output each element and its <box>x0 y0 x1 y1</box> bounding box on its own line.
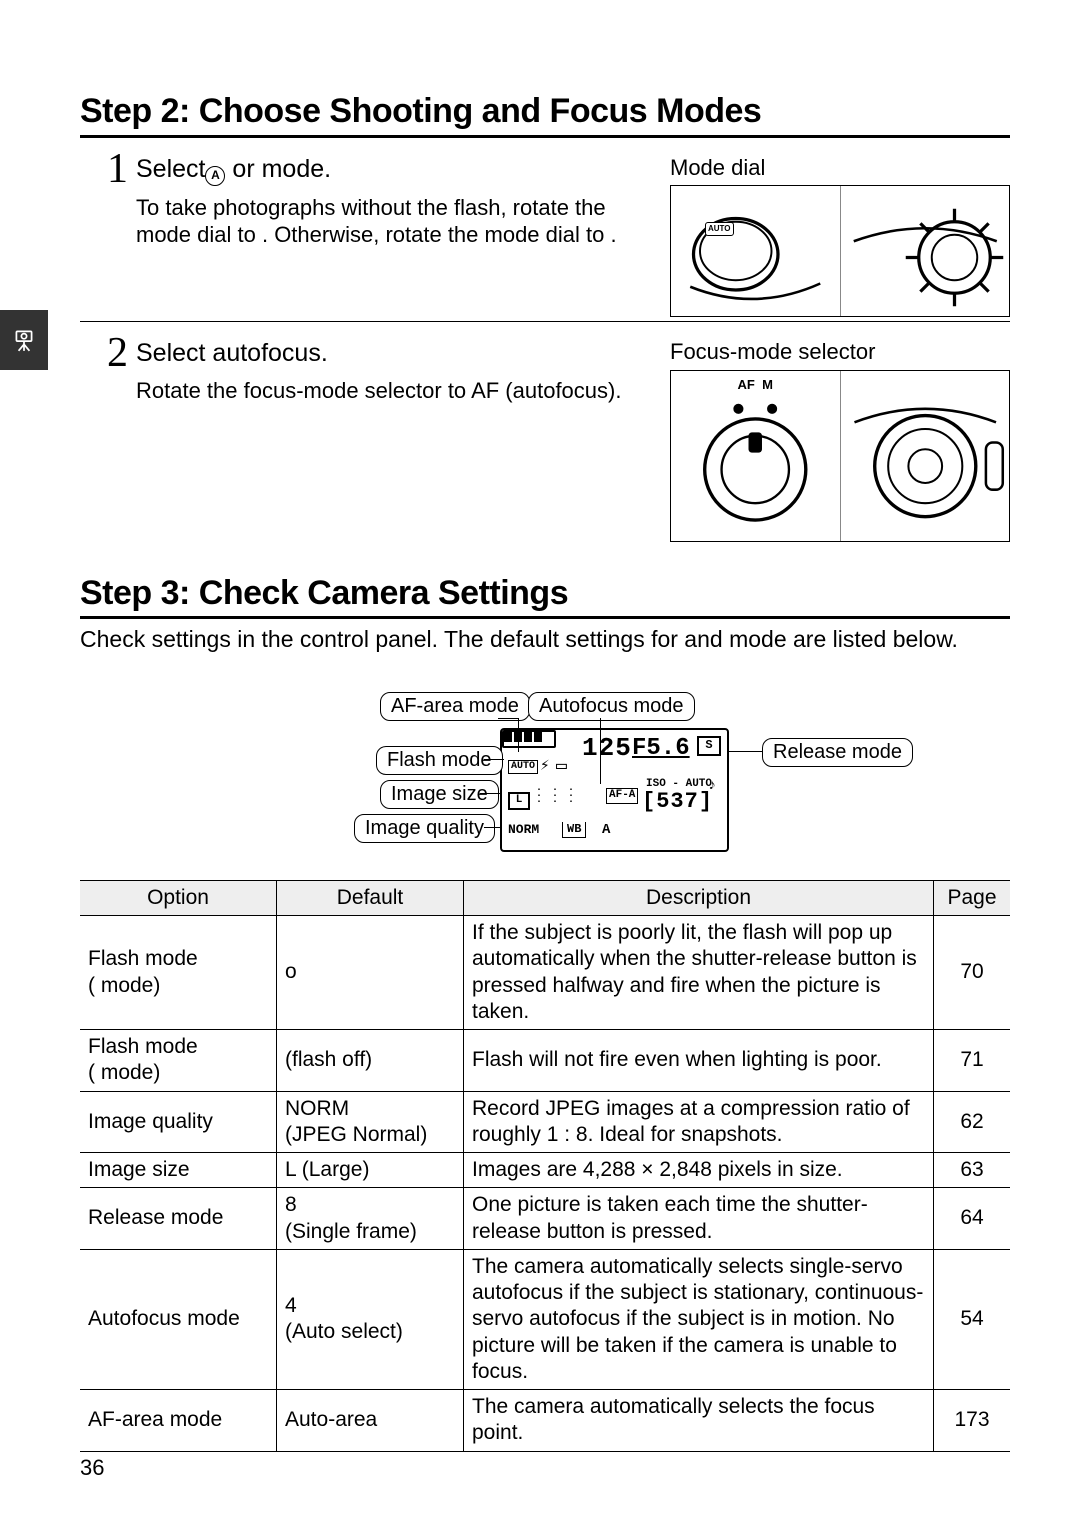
cell-page: 54 <box>934 1249 1011 1389</box>
cell-description: Images are 4,288 × 2,848 pixels in size. <box>464 1153 934 1188</box>
cell-default: Auto-area <box>277 1390 464 1452</box>
panel-wb: WB <box>562 822 586 838</box>
cell-default: L (Large) <box>277 1153 464 1188</box>
cell-description: If the subject is poorly lit, the flash … <box>464 916 934 1030</box>
cell-option: Flash mode( mode) <box>80 916 277 1030</box>
mode-dial-illustration: AUTO <box>670 185 1010 317</box>
mode-dial-caption: Mode dial <box>670 154 1010 182</box>
step2-sub1-desc: To take photographs without the flash, r… <box>136 194 656 249</box>
callout-release: Release mode <box>762 738 913 767</box>
cell-page: 71 <box>934 1030 1011 1092</box>
cell-description: The camera automatically selects the foc… <box>464 1390 934 1452</box>
panel-norm: NORM <box>508 822 539 838</box>
bolt-icon: ⚡ <box>540 756 550 776</box>
table-row: Image sizeL (Large)Images are 4,288 × 2,… <box>80 1153 1010 1188</box>
table-row: AF-area modeAuto-areaThe camera automati… <box>80 1390 1010 1452</box>
control-panel-diagram: 125 F5.6 S AUTO ⚡ ▭ AF-A ISO - AUTO ♪ 53… <box>80 668 1010 868</box>
th-default: Default <box>277 880 464 915</box>
panel-l: L <box>508 792 530 810</box>
cell-default: (flash off) <box>277 1030 464 1092</box>
m-label: M <box>762 377 773 392</box>
panel-fnumber: F5.6 <box>632 734 690 764</box>
cell-page: 64 <box>934 1188 1011 1250</box>
panel-flash-auto: AUTO <box>508 760 538 775</box>
callout-af-area: AF-area mode <box>380 692 530 721</box>
focus-selector-switch-icon <box>671 371 840 541</box>
cell-option: AF-area mode <box>80 1390 277 1452</box>
step2-sub2: 2 Select autofocus. Rotate the focus-mod… <box>80 332 1010 542</box>
step2-title: Step 2: Choose Shooting and Focus Modes <box>80 90 1010 138</box>
step2-sub2-heading: Select autofocus. <box>136 338 670 369</box>
step3-title: Step 3: Check Camera Settings <box>80 572 1010 620</box>
table-row: Image qualityNORM(JPEG Normal)Record JPE… <box>80 1091 1010 1153</box>
cell-option: Image size <box>80 1153 277 1188</box>
panel-shutter: 125 <box>582 732 632 765</box>
cell-description: The camera automatically selects single-… <box>464 1249 934 1389</box>
cell-description: Record JPEG images at a compression rati… <box>464 1091 934 1153</box>
step2-sub1: 1 SelectA or mode. To take photographs w… <box>80 148 1010 323</box>
page-number: 36 <box>80 1454 104 1482</box>
cell-default: o <box>277 916 464 1030</box>
cell-page: 62 <box>934 1091 1011 1153</box>
focus-selector-caption: Focus-mode selector <box>670 338 1010 366</box>
step2-sub1-head-before: Select <box>136 155 205 183</box>
cell-default: 4(Auto select) <box>277 1249 464 1389</box>
step2-sub1-heading: SelectA or mode. <box>136 154 670 186</box>
callout-autofocus: Autofocus mode <box>528 692 695 721</box>
auto-mode-icon: A <box>205 166 225 186</box>
panel-release-icon: S <box>697 736 721 756</box>
cell-description: Flash will not fire even when lighting i… <box>464 1030 934 1092</box>
af-point-icon: ▭ <box>556 756 567 779</box>
step-number: 2 <box>80 332 136 374</box>
panel-af-mode: AF-A <box>606 788 638 804</box>
auto-label-icon: AUTO <box>705 222 734 236</box>
cell-page: 63 <box>934 1153 1011 1188</box>
panel-count: 537 <box>642 788 713 816</box>
cell-page: 173 <box>934 1390 1011 1452</box>
settings-table: Option Default Description Page Flash mo… <box>80 880 1010 1452</box>
focus-selector-illustration: AF M <box>670 370 1010 542</box>
cell-default: NORM(JPEG Normal) <box>277 1091 464 1153</box>
cell-option: Autofocus mode <box>80 1249 277 1389</box>
control-panel: 125 F5.6 S AUTO ⚡ ▭ AF-A ISO - AUTO ♪ 53… <box>500 728 729 852</box>
callout-size: Image size <box>380 780 499 809</box>
cell-option: Image quality <box>80 1091 277 1153</box>
cell-description: One picture is taken each time the shutt… <box>464 1188 934 1250</box>
settings-tbody: Flash mode( mode)oIf the subject is poor… <box>80 916 1010 1452</box>
cell-page: 70 <box>934 916 1011 1030</box>
mode-dial-left-icon <box>671 186 840 316</box>
table-row: Autofocus mode4(Auto select)The camera a… <box>80 1249 1010 1389</box>
lens-mount-icon <box>841 371 1010 541</box>
af-label: AF <box>738 377 755 392</box>
mode-dial-right-icon <box>841 186 1010 316</box>
callout-quality: Image quality <box>354 814 495 843</box>
table-row: Release mode8(Single frame)One picture i… <box>80 1188 1010 1250</box>
table-row: Flash mode( mode)(flash off)Flash will n… <box>80 1030 1010 1092</box>
panel-a: A <box>602 822 610 840</box>
step2-sub2-desc: Rotate the focus-mode selector to AF (au… <box>136 377 656 405</box>
th-description: Description <box>464 880 934 915</box>
cell-option: Flash mode( mode) <box>80 1030 277 1092</box>
table-row: Flash mode( mode)oIf the subject is poor… <box>80 916 1010 1030</box>
step2-sub1-head-after: or mode. <box>225 155 331 183</box>
th-page: Page <box>934 880 1011 915</box>
th-option: Option <box>80 880 277 915</box>
callout-flash: Flash mode <box>376 746 503 775</box>
cell-option: Release mode <box>80 1188 277 1250</box>
step3-intro: Check settings in the control panel. The… <box>80 625 1010 654</box>
cell-default: 8(Single frame) <box>277 1188 464 1250</box>
step-number: 1 <box>80 148 136 190</box>
